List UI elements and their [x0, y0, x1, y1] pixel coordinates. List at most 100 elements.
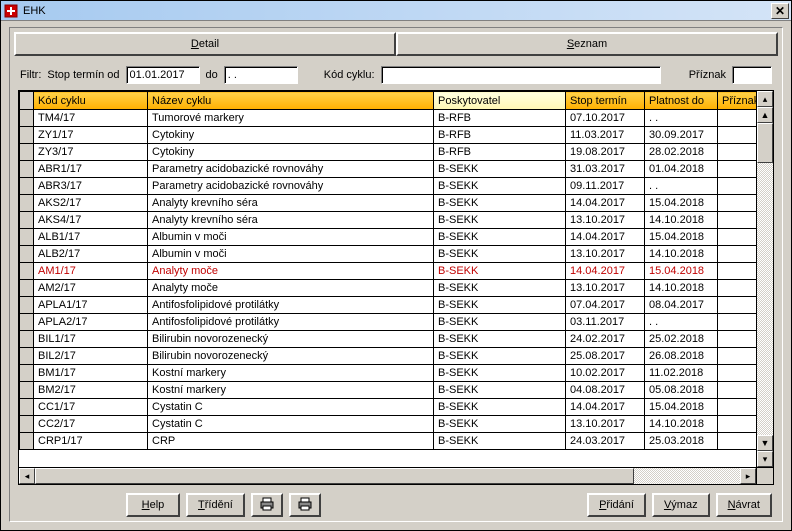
- cell[interactable]: 25.08.2017: [566, 348, 645, 365]
- row-header[interactable]: [20, 246, 34, 263]
- cell[interactable]: BM2/17: [34, 382, 148, 399]
- cell[interactable]: CRP1/17: [34, 433, 148, 450]
- row-header[interactable]: [20, 161, 34, 178]
- cell[interactable]: 14.10.2018: [645, 246, 718, 263]
- cell[interactable]: 24.03.2017: [566, 433, 645, 450]
- cell[interactable]: B-SEKK: [434, 433, 566, 450]
- cell[interactable]: 14.04.2017: [566, 399, 645, 416]
- scroll-up2-icon[interactable]: ▲: [757, 107, 773, 123]
- table-row[interactable]: AKS2/17Analyty krevního séraB-SEKK14.04.…: [20, 195, 757, 212]
- cell[interactable]: B-SEKK: [434, 416, 566, 433]
- cell[interactable]: 11.02.2018: [645, 365, 718, 382]
- cell[interactable]: 25.03.2018: [645, 433, 718, 450]
- cell[interactable]: 14.10.2018: [645, 212, 718, 229]
- cell[interactable]: Analyty moče: [148, 280, 434, 297]
- input-priznak[interactable]: [732, 66, 772, 84]
- cell[interactable]: ZY1/17: [34, 127, 148, 144]
- scroll-right-icon[interactable]: ▸: [740, 468, 756, 484]
- cell[interactable]: 26.08.2018: [645, 348, 718, 365]
- cell[interactable]: B-SEKK: [434, 229, 566, 246]
- table-row[interactable]: ABR3/17Parametry acidobazické rovnováhyB…: [20, 178, 757, 195]
- cell[interactable]: 13.10.2017: [566, 280, 645, 297]
- cell[interactable]: B-RFB: [434, 144, 566, 161]
- row-header[interactable]: [20, 331, 34, 348]
- cell[interactable]: Cystatin C: [148, 399, 434, 416]
- cell[interactable]: [718, 314, 757, 331]
- row-header[interactable]: [20, 212, 34, 229]
- table-row[interactable]: BIL1/17Bilirubin novorozeneckýB-SEKK24.0…: [20, 331, 757, 348]
- cell[interactable]: [718, 382, 757, 399]
- cell[interactable]: 14.04.2017: [566, 195, 645, 212]
- cell[interactable]: [718, 280, 757, 297]
- cell[interactable]: Cystatin C: [148, 416, 434, 433]
- table-row[interactable]: APLA1/17Antifosfolipidové protilátkyB-SE…: [20, 297, 757, 314]
- cell[interactable]: B-SEKK: [434, 399, 566, 416]
- cell[interactable]: 07.10.2017: [566, 110, 645, 127]
- cell[interactable]: [718, 246, 757, 263]
- hscroll-thumb[interactable]: [35, 468, 634, 484]
- row-header[interactable]: [20, 110, 34, 127]
- cell[interactable]: B-SEKK: [434, 161, 566, 178]
- cell[interactable]: AM1/17: [34, 263, 148, 280]
- cell[interactable]: 24.02.2017: [566, 331, 645, 348]
- col-poskytovatel[interactable]: Poskytovatel: [434, 92, 566, 110]
- row-header[interactable]: [20, 382, 34, 399]
- cell[interactable]: Cytokiny: [148, 127, 434, 144]
- close-button[interactable]: ✕: [771, 3, 789, 19]
- cell[interactable]: [718, 331, 757, 348]
- col-platnost[interactable]: Platnost do: [645, 92, 718, 110]
- horizontal-scrollbar[interactable]: ◂ ▸: [19, 467, 756, 484]
- cell[interactable]: [718, 433, 757, 450]
- cell[interactable]: AM2/17: [34, 280, 148, 297]
- cell[interactable]: . .: [645, 314, 718, 331]
- tab-seznam[interactable]: Seznam: [396, 32, 778, 56]
- table-row[interactable]: CC2/17Cystatin CB-SEKK13.10.201714.10.20…: [20, 416, 757, 433]
- cell[interactable]: B-SEKK: [434, 348, 566, 365]
- trideni-button[interactable]: Třídění: [186, 493, 245, 517]
- navrat-button[interactable]: Návrat: [716, 493, 772, 517]
- cell[interactable]: 11.03.2017: [566, 127, 645, 144]
- cell[interactable]: B-RFB: [434, 127, 566, 144]
- cell[interactable]: B-SEKK: [434, 246, 566, 263]
- cell[interactable]: CC2/17: [34, 416, 148, 433]
- row-header[interactable]: [20, 127, 34, 144]
- cell[interactable]: 14.10.2018: [645, 416, 718, 433]
- scroll-up-icon[interactable]: ▴: [757, 91, 773, 107]
- cell[interactable]: . .: [645, 110, 718, 127]
- input-date-from[interactable]: [126, 66, 200, 84]
- print-button-2[interactable]: [289, 493, 321, 517]
- cell[interactable]: B-SEKK: [434, 382, 566, 399]
- cell[interactable]: 13.10.2017: [566, 246, 645, 263]
- cell[interactable]: [718, 263, 757, 280]
- table-row[interactable]: BM1/17Kostní markeryB-SEKK10.02.201711.0…: [20, 365, 757, 382]
- table-row[interactable]: BIL2/17Bilirubin novorozeneckýB-SEKK25.0…: [20, 348, 757, 365]
- row-header[interactable]: [20, 144, 34, 161]
- table-row[interactable]: ZY1/17CytokinyB-RFB11.03.201730.09.2017: [20, 127, 757, 144]
- cell[interactable]: 13.10.2017: [566, 416, 645, 433]
- cell[interactable]: CRP: [148, 433, 434, 450]
- input-date-to[interactable]: [224, 66, 298, 84]
- cell[interactable]: B-SEKK: [434, 212, 566, 229]
- cell[interactable]: B-SEKK: [434, 314, 566, 331]
- cell[interactable]: 09.11.2017: [566, 178, 645, 195]
- table-row[interactable]: ALB1/17Albumin v močiB-SEKK14.04.201715.…: [20, 229, 757, 246]
- cell[interactable]: Analyty krevního séra: [148, 212, 434, 229]
- cell[interactable]: B-SEKK: [434, 365, 566, 382]
- input-kod-cyklu[interactable]: [381, 66, 661, 84]
- cell[interactable]: ALB2/17: [34, 246, 148, 263]
- cell[interactable]: 31.03.2017: [566, 161, 645, 178]
- cell[interactable]: [718, 229, 757, 246]
- cell[interactable]: Analyty krevního séra: [148, 195, 434, 212]
- cell[interactable]: Parametry acidobazické rovnováhy: [148, 178, 434, 195]
- cell[interactable]: [718, 399, 757, 416]
- cell[interactable]: [718, 110, 757, 127]
- scroll-down2-icon[interactable]: ▼: [757, 435, 773, 451]
- cell[interactable]: Antifosfolipidové protilátky: [148, 314, 434, 331]
- cell[interactable]: [718, 297, 757, 314]
- cell[interactable]: Albumin v moči: [148, 229, 434, 246]
- cell[interactable]: Kostní markery: [148, 382, 434, 399]
- row-header[interactable]: [20, 365, 34, 382]
- cell[interactable]: Albumin v moči: [148, 246, 434, 263]
- cell[interactable]: B-SEKK: [434, 280, 566, 297]
- cell[interactable]: BIL1/17: [34, 331, 148, 348]
